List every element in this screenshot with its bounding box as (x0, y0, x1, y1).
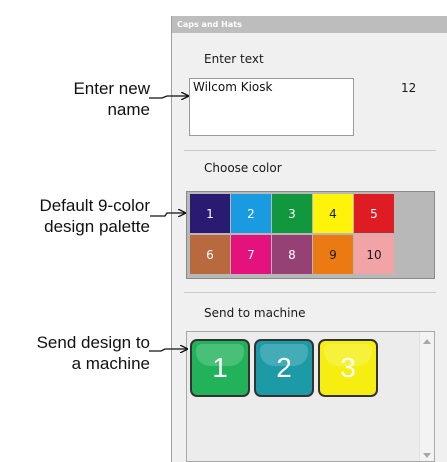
choose-color-label: Choose color (204, 161, 282, 175)
color-palette: 1 2 3 4 5 6 7 8 9 10 (186, 191, 435, 279)
callout-palette-line2: design palette (44, 217, 150, 236)
name-text-input[interactable]: Wilcom Kiosk (189, 78, 354, 136)
color-swatch-8[interactable]: 8 (272, 235, 312, 274)
vertical-scrollbar[interactable] (419, 332, 434, 461)
color-swatch-3[interactable]: 3 (272, 194, 312, 233)
divider (184, 150, 436, 151)
scroll-up-arrow-icon[interactable] (423, 339, 431, 344)
color-swatch-1[interactable]: 1 (190, 194, 230, 233)
callout-enter-name: Enter new name (73, 78, 150, 120)
callout-send-line2: a machine (71, 354, 150, 373)
color-swatch-4[interactable]: 4 (313, 194, 353, 233)
color-swatch-5[interactable]: 5 (354, 194, 394, 233)
panel-title: Caps and Hats (172, 16, 447, 33)
canvas: Enter new name Default 9-color design pa… (0, 0, 447, 462)
callout-enter-name-line1: Enter new (73, 79, 150, 98)
enter-text-label: Enter text (204, 52, 264, 66)
send-machine-3-button[interactable]: 3 (318, 339, 378, 397)
callout-send: Send design to a machine (37, 332, 150, 374)
color-swatch-10[interactable]: 10 (354, 235, 394, 274)
callout-enter-name-line2: name (107, 100, 150, 119)
machine-number: 1 (212, 352, 228, 383)
color-swatch-7[interactable]: 7 (231, 235, 271, 274)
character-count: 12 (401, 81, 417, 95)
divider (184, 292, 436, 293)
color-swatch-6[interactable]: 6 (190, 235, 230, 274)
callout-send-line1: Send design to (36, 333, 150, 352)
machine-list: 1 2 3 (186, 331, 435, 462)
color-swatch-2[interactable]: 2 (231, 194, 271, 233)
machine-number: 3 (340, 352, 356, 383)
caps-and-hats-panel: Caps and Hats Enter text Wilcom Kiosk 12… (171, 16, 447, 462)
color-swatch-9[interactable]: 9 (313, 235, 353, 274)
scroll-down-arrow-icon[interactable] (423, 453, 431, 458)
callout-palette-line1: Default 9-color (39, 196, 150, 215)
send-to-machine-label: Send to machine (204, 306, 306, 320)
machine-number: 2 (276, 352, 292, 383)
send-machine-1-button[interactable]: 1 (190, 339, 250, 397)
send-machine-2-button[interactable]: 2 (254, 339, 314, 397)
callout-palette: Default 9-color design palette (39, 195, 150, 237)
